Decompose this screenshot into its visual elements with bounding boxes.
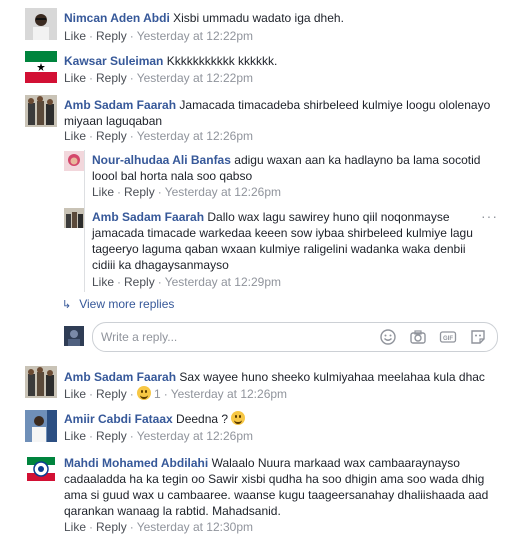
avatar[interactable] [64,151,84,171]
more-options-icon[interactable]: ··· [481,208,498,224]
person-photo-icon [64,326,84,346]
separator: · [89,429,94,443]
avatar[interactable] [25,453,57,485]
avatar[interactable] [25,410,57,442]
like-link[interactable]: Like [64,29,86,43]
reply-input-box[interactable]: GIF [92,322,498,352]
timestamp[interactable]: Yesterday at 12:30pm [137,520,253,534]
separator: · [157,185,162,199]
comment-author[interactable]: Amb Sadam Faarah [64,98,176,112]
reply-text: Dallo wax lagu sawirey huno qiil noqonma… [207,210,450,224]
avatar[interactable] [25,51,57,83]
gif-icon[interactable]: GIF [439,328,457,346]
reply-text: cidiii ka dhagaysanmayso [92,258,229,272]
reply-link[interactable]: Reply [96,71,127,85]
like-link[interactable]: Like [92,185,114,199]
comment-text: Xisbi ummadu wadato iga dheh. [173,11,344,25]
avatar[interactable] [25,95,57,127]
reply-text: tageeryo laguma qaban wxaan kulmiye rali… [92,242,466,256]
reply-link[interactable]: Reply [96,520,127,534]
party-logo-icon [25,453,57,485]
comment-text: qarankan wanaag la rabtid. Mahadsanid. [64,504,281,518]
comment-text: Sax wayee huno sheeko kulmiyahaa meelaha… [179,370,485,384]
reply-link[interactable]: Reply [96,387,127,401]
person-photo-icon [25,410,57,442]
reply-link[interactable]: Reply [124,185,155,199]
separator: · [129,429,134,443]
timestamp[interactable]: Yesterday at 12:26pm [165,185,281,199]
reply-text: adigu waxan aan ka hadlayno ba lama soco… [234,153,481,167]
timestamp[interactable]: Yesterday at 12:26pm [137,129,253,143]
like-link[interactable]: Like [92,275,114,289]
reply-link[interactable]: Reply [96,429,127,443]
reply-text: jamacada timacade warkedaa keeen sow iyb… [92,226,473,240]
comment-author[interactable]: Kawsar Suleiman [64,54,163,68]
sticker-icon[interactable] [469,328,487,346]
comment-author[interactable]: Amb Sadam Faarah [64,370,176,384]
like-link[interactable]: Like [64,387,86,401]
avatar[interactable] [25,366,57,398]
separator: · [117,185,122,199]
reply-author[interactable]: Nour-alhudaa Ali Banfas [92,153,231,167]
comment-text: ama si guud wax u cambaaree. waanse kugu… [64,488,489,502]
separator: · [163,387,168,401]
separator: · [129,387,134,401]
reply-thread-line [84,150,85,292]
separator: · [89,129,94,143]
avatar[interactable] [64,208,84,228]
timestamp[interactable]: Yesterday at 12:26pm [137,429,253,443]
emoji-icon[interactable] [379,328,397,346]
separator: · [117,275,122,289]
separator: · [89,520,94,534]
somaliland-flag-icon [25,51,57,83]
avatar[interactable] [25,8,57,40]
like-link[interactable]: Like [64,71,86,85]
like-link[interactable]: Like [64,520,86,534]
person-photo-icon [25,8,57,40]
comment-text: cadaaladda ha ka tegin oo Sawir xisbi qu… [64,472,485,486]
group-photo-icon [64,208,84,228]
separator: · [129,520,134,534]
view-more-label[interactable]: View more replies [79,297,174,311]
reply-text: loool bal horta nala soo qabso [92,169,253,183]
reaction-count[interactable]: 1 [154,387,161,401]
separator: · [89,29,94,43]
separator: · [129,29,134,43]
group-photo-icon [25,366,57,398]
haha-reaction-icon[interactable] [136,386,151,400]
reply-link[interactable]: Reply [96,29,127,43]
separator: · [129,129,134,143]
comment-author[interactable]: Nimcan Aden Abdi [64,11,170,25]
reply-input[interactable] [99,327,353,347]
comment-author[interactable]: Amiir Cabdi Fataax [64,412,173,426]
reply-arrow-icon: ↳ [62,299,72,311]
separator: · [129,71,134,85]
separator: · [89,387,94,401]
person-photo-icon [64,151,84,171]
comment-text: Deedna ? [176,412,229,426]
timestamp[interactable]: Yesterday at 12:22pm [137,29,253,43]
reply-link[interactable]: Reply [124,275,155,289]
comment-author[interactable]: Mahdi Mohamed Abdilahi [64,456,208,470]
timestamp[interactable]: Yesterday at 12:29pm [165,275,281,289]
view-more-replies[interactable]: ↳ View more replies [62,296,174,313]
timestamp[interactable]: Yesterday at 12:22pm [137,71,253,85]
camera-icon[interactable] [409,328,427,346]
comment-text: Jamacada timacadeba shirbeleed kulmiye l… [179,98,491,112]
comment-text: Walaalo Nuura markaad wax cambaaraynayso [211,456,460,470]
like-link[interactable]: Like [64,429,86,443]
group-photo-icon [25,95,57,127]
reply-author[interactable]: Amb Sadam Faarah [92,210,204,224]
reply-link[interactable]: Reply [96,129,127,143]
smile-emoji-icon [231,411,246,425]
comment-text: miyaan laguqaban [64,114,163,128]
comment-text: Kkkkkkkkkkk kkkkkk. [166,54,278,68]
separator: · [89,71,94,85]
separator: · [157,275,162,289]
svg-text:GIF: GIF [443,336,453,342]
like-link[interactable]: Like [64,129,86,143]
avatar [64,326,84,346]
timestamp[interactable]: Yesterday at 12:26pm [171,387,287,401]
